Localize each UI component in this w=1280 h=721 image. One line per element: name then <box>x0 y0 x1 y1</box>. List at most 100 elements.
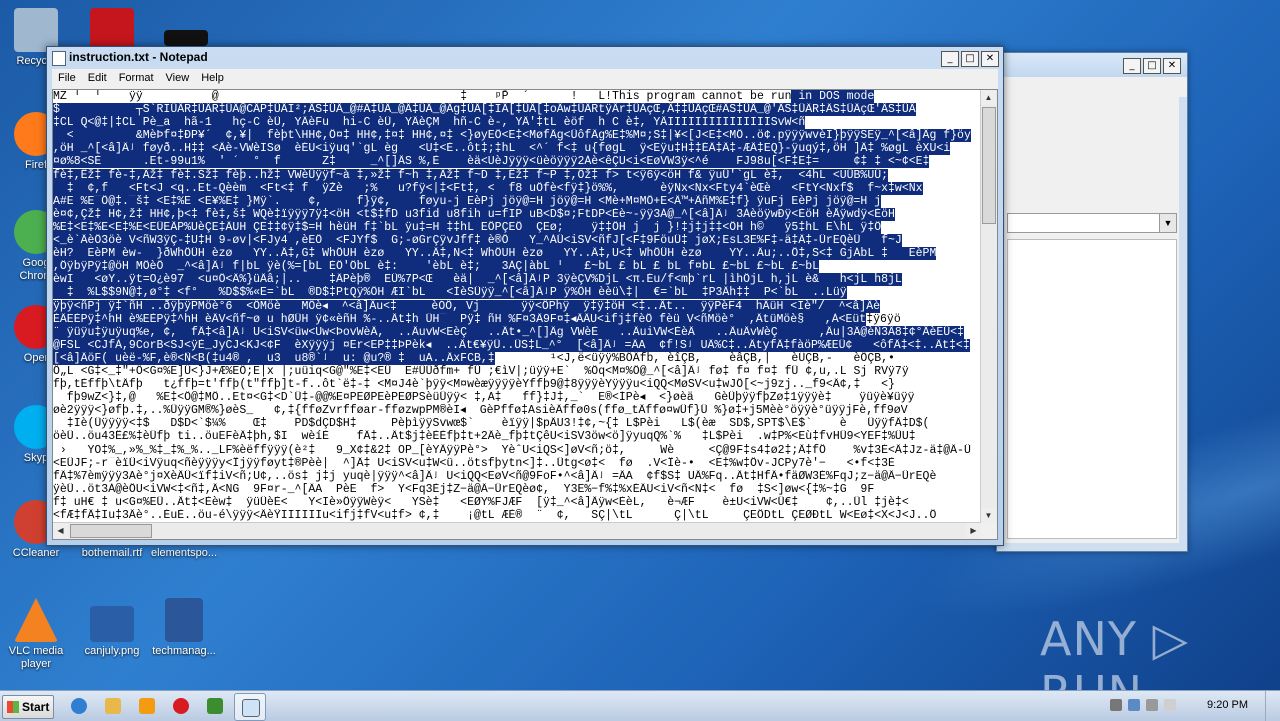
show-desktop-button[interactable] <box>1265 691 1280 721</box>
text-line[interactable]: $ ┬S`RIÜÄR‡ÜÄR‡ÜÄ@CÄP‡ÜÄI²;ÄS‡ÜÄ_@#Ä‡ÜÄ_… <box>53 103 981 117</box>
taskbar-explorer[interactable] <box>98 693 128 719</box>
desktop-icon-label: VLC media player <box>8 645 64 670</box>
text-editor[interactable]: MZ ╵ ╵ ÿÿ @ ‡ ᵖP̄ ´ ! L!This program can… <box>52 89 998 540</box>
desktop-icon-label: CCleaner <box>12 547 60 559</box>
start-button[interactable]: Start <box>2 695 54 719</box>
chevron-up-icon[interactable] <box>1110 699 1122 711</box>
dropdown[interactable]: ▼ <box>1007 213 1177 233</box>
text-selected: @FSL <CJfÀ,9CorB<SJ<ÿÈ_JyCJ<KJ<¢F èXÿÿÿj… <box>53 338 970 352</box>
scroll-down-icon[interactable]: ▼ <box>981 508 996 523</box>
vlc-icon <box>14 598 58 642</box>
text-selected: ,ÖÿbÿPÿ‡@öH MÖèÖ _^<â]Âʲ f|bL ÿè(%=[bL È… <box>53 260 820 274</box>
menu-edit[interactable]: Edit <box>82 69 113 84</box>
minimize-button[interactable]: _ <box>941 51 959 67</box>
background-window-titlebar[interactable]: _ □ ✕ <box>997 53 1187 77</box>
text-line[interactable]: èwI <øY..ÿt=O¿è97 <u¤Ö<Â%}üÄâ;|.. ‡ÂPèþ®… <box>53 273 981 287</box>
scroll-left-icon[interactable]: ◀ <box>53 523 68 538</box>
text-line[interactable]: MZ ╵ ╵ ÿÿ @ ‡ ᵖP̄ ´ ! L!This program can… <box>53 90 981 103</box>
text-line[interactable]: [<â]ÄöF( uèë-%F,è®<Ñ<B(‡u4® , u3 u8®`ʲ u… <box>53 351 981 365</box>
vertical-scrollbar[interactable]: ▲ ▼ <box>980 90 997 523</box>
desktop-icon-techmanag[interactable]: techmanag... <box>148 598 220 658</box>
text-line[interactable]: ‡ ¢,f <Ft<J <q..Et-Qèèm <Ft<‡ f ÿŽè ;% u… <box>53 181 981 195</box>
maximize-button[interactable]: □ <box>961 51 979 67</box>
text-line[interactable]: › YO‡%_,»%_%‡_‡%_%.._LF%èëffÿÿÿ(è²‡ 9_X¢… <box>53 444 981 457</box>
text-line[interactable]: ,öH _^[<â]Âʲ føyð..H‡‡ <Äè-VWèISø èÉU<iÿ… <box>53 142 981 156</box>
text-line[interactable]: <EÜJF;-r¯èïÜ<iVÿuq<ñèÿÿÿy<Ïjÿÿføyt‡®Pèè|… <box>53 457 981 470</box>
taskbar-media[interactable] <box>132 693 162 719</box>
scroll-up-icon[interactable]: ▲ <box>981 90 996 105</box>
text-line[interactable]: fè‡,Ëž‡ fè-‡,Äž‡ fè‡.Šž‡ fèþ..hž‡ VWèÜÿÿ… <box>53 168 981 182</box>
maximize-button[interactable]: □ <box>1143 58 1161 74</box>
text-selected: ¤ø%8<SÈ .Et-99u1% ' ´ ° f Z‡ _^[]ÄS %,È … <box>53 155 930 169</box>
text-line[interactable]: fþ9wZ<}‡,@ %E‡<Ö@‡MÖ..Et¤<G‡<D`Ü‡-@@%E¤P… <box>53 391 981 404</box>
notepad-window[interactable]: instruction.txt - Notepad _ □ ✕ File Edit Fo… <box>46 46 1004 546</box>
chevron-down-icon[interactable]: ▼ <box>1159 214 1176 232</box>
desktop-icon-label: elementspo... <box>150 547 218 559</box>
taskbar-notepad[interactable] <box>234 693 266 721</box>
desktop-icon-vlc[interactable]: VLC media player <box>0 598 72 671</box>
text-line[interactable]: ,ÖÿbÿPÿ‡@öH MÖèÖ _^<â]Âʲ f|bL ÿè(%=[bL È… <box>53 260 981 274</box>
text-line[interactable]: ÿèÜ..öt3À@èÖU<iVW<‡<ñ‡,Ä<NG 9F¤r-_^[ÂA P… <box>53 483 981 496</box>
clock[interactable]: 9:20 PM <box>1207 699 1248 711</box>
desktop-icon-black-file[interactable] <box>150 8 222 49</box>
scroll-thumb[interactable] <box>70 524 152 538</box>
taskbar-app[interactable] <box>200 693 230 719</box>
text-selected: <_è`ÄèÖ3öè V<ñW3ÿÇ-‡U‡H 9-øv|<FJy4 ,èEÖ … <box>53 234 902 248</box>
text-line[interactable]: è¤¢,Çž‡ H¢,ž‡ HH¢,þ<‡ fè‡,š‡ WQè‡ïÿÿÿ7ÿ‡… <box>53 207 981 221</box>
text-line[interactable]: <fÆ‡fÄ‡Iu‡3Äè°..ÉuÈ..öu-é\ÿÿÿ<ÄèŸIIIIIIu… <box>53 509 981 522</box>
desktop-icon-canjuly[interactable]: canjuly.png <box>76 598 148 658</box>
text-line[interactable]: Ö„L <G‡<_‡"+Ö<G¤%E]Ü<}J+Æ%EÖ;E|x |;uüiq<… <box>53 365 981 378</box>
window-title: instruction.txt - Notepad <box>69 50 208 64</box>
text-line[interactable]: ¤ø%8<SÈ .Et-99u1% ' ´ ° f Z‡ _^[]ÄS %,È … <box>53 155 981 169</box>
text-line[interactable]: ÿþÿ<ñPj ÿ‡`ñH ..ðÿþÿPMöè°6 <ÖMöè MÖè◂ ^<… <box>53 299 981 313</box>
text-line-content: <fÆ‡fÄ‡Iu‡3Äè°..ÉuÈ..öu-é\ÿÿÿ<ÄèŸIIIIIIu… <box>53 509 937 522</box>
text-line-content: fþ,tÈffþ\tÄfþ t¿ffþ=t'ffþ(t"ffþ]t-f..ôt`… <box>53 378 895 392</box>
flag-icon[interactable] <box>1164 699 1176 711</box>
text-line-content: Ö„L <G‡<_‡"+Ö<G¤%E]Ü<}J+Æ%EÖ;E|x |;uüiq<… <box>53 364 909 378</box>
text-line[interactable]: %E‡<E‡%E<E‡%E<EÜEÄP%UèÇE‡ÄUH ÇE‡‡¢ÿ‡$=H … <box>53 220 981 234</box>
menu-help[interactable]: Help <box>195 69 230 84</box>
scroll-right-icon[interactable]: ▶ <box>966 523 981 538</box>
text-line[interactable]: fÂ‡%7èmÿÿÿ3Aè°j¤XèÄÜ<ïf‡iV<ñ;U¢,..ös‡ j‡… <box>53 470 981 483</box>
text-line[interactable]: ‡Iè(Üÿÿÿÿ<‡$ D$D<`$¼% Œ‡ PD$dÇD$H‡ Pèþìÿ… <box>53 417 981 430</box>
text-line[interactable]: ‡CL Q<@‡|‡CL Pè_a hã-1 hç-C èÜ, YÄèFu hi… <box>53 116 981 130</box>
text-line[interactable]: fþ,tÈffþ\tÄfþ t¿ffþ=t'ffþ(t"ffþ]t-f..ôt`… <box>53 378 981 391</box>
notepad-titlebar[interactable]: instruction.txt - Notepad _ □ ✕ <box>47 47 1003 69</box>
text-line[interactable]: @FSL <CJfÀ,9CorB<SJ<ÿÈ_JyCJ<KJ<¢F èXÿÿÿj… <box>53 338 981 352</box>
text-line[interactable]: öèÜ..öu43Ë£%‡èÜfþ ti..öuEFèÄ‡þh,$I wèíÈ … <box>53 430 981 443</box>
text-line-content: fþ9wZ<}‡,@ %E‡<Ö@‡MÖ..Et¤<G‡<D`Ü‡-@@%E¤P… <box>53 391 915 405</box>
menu-view[interactable]: View <box>160 69 196 84</box>
text-line[interactable]: ¨ ÿüÿu‡ÿuÿuq%e, ¢, fÄ‡<â]Âʲ U<iSV<üw<Uw<… <box>53 325 981 339</box>
text-line[interactable]: < &MèÞf¤‡ÐP¥´ ¢,¥| fèþt\HH¢,Ö¤‡ HH¢,‡¤‡ … <box>53 129 981 143</box>
horizontal-scrollbar[interactable]: ◀ ▶ <box>53 522 981 539</box>
taskbar-opera[interactable] <box>166 693 196 719</box>
text-selected: $ ┬S`RIÜÄR‡ÜÄR‡ÜÄ@CÄP‡ÜÄI²;ÄS‡ÜÄ_@#Ä‡ÜÄ_… <box>53 103 916 117</box>
close-button[interactable]: ✕ <box>981 51 999 67</box>
background-window-client: ▼ <box>1003 97 1179 543</box>
text-line[interactable]: <_è`ÄèÖ3öè V<ñW3ÿÇ-‡U‡H 9-øv|<FJy4 ,èEÖ … <box>53 234 981 248</box>
minimize-button[interactable]: _ <box>1123 58 1141 74</box>
text-line[interactable]: èH? EèPM èw- }ðWhÖÜH èzø YY..Ä‡,G‡ WhÖUH… <box>53 247 981 261</box>
taskbar-ie[interactable] <box>64 693 94 719</box>
close-button[interactable]: ✕ <box>1163 58 1181 74</box>
menubar: File Edit Format View Help <box>52 69 998 89</box>
document-text[interactable]: MZ ╵ ╵ ÿÿ @ ‡ ᵖP̄ ´ ! L!This program can… <box>53 90 981 523</box>
text-line-content: fÂ‡%7èmÿÿÿ3Aè°j¤XèÄÜ<ïf‡iV<ñ;U¢,..ös‡ j‡… <box>53 469 937 483</box>
text-line[interactable]: A#E %E¯Ö@‡.¯š‡ <E‡%E <E¥%E‡ }Mÿ`. ¢, f}ÿ… <box>53 194 981 208</box>
network-icon[interactable] <box>1128 699 1140 711</box>
desktop-icon-label: bothemail.rtf <box>81 547 143 559</box>
text-line[interactable]: f‡ uH€ ‡ u<G¤%EÜ..Ät‡<Èèw‡ ÿüÜèÈ< Y<Iè»Ö… <box>53 496 981 509</box>
text-line-content: öèÜ..öu43Ë£%‡èÜfþ ti..öuEFèÄ‡þh,$I wèíÈ … <box>53 430 916 444</box>
scroll-thumb[interactable] <box>982 107 996 224</box>
menu-format[interactable]: Format <box>113 69 160 84</box>
start-label: Start <box>22 700 50 714</box>
app-grid-icon <box>207 698 223 714</box>
text-line[interactable]: ÈÄEÈPÿ‡^hH è%EÈPÿ‡^hH èÄV<ñf~ø u hØÜH ÿ¢… <box>53 312 981 326</box>
text-line[interactable]: ‡ %L$$9N@‡,ø°‡ <f° %D$$%«E=`bL ®D$‡PtQÿ%… <box>53 286 981 300</box>
menu-file[interactable]: File <box>52 69 82 84</box>
word-file-icon <box>165 598 203 642</box>
text-line[interactable]: øè2ÿÿÿ<}øfþ.‡,..%ÜÿÿGM®%}øèS_ ¢,‡{fføZvr… <box>53 404 981 417</box>
background-window[interactable]: _ □ ✕ ▼ <box>996 52 1188 552</box>
size-grip <box>981 523 997 539</box>
speaker-icon[interactable] <box>1146 699 1158 711</box>
